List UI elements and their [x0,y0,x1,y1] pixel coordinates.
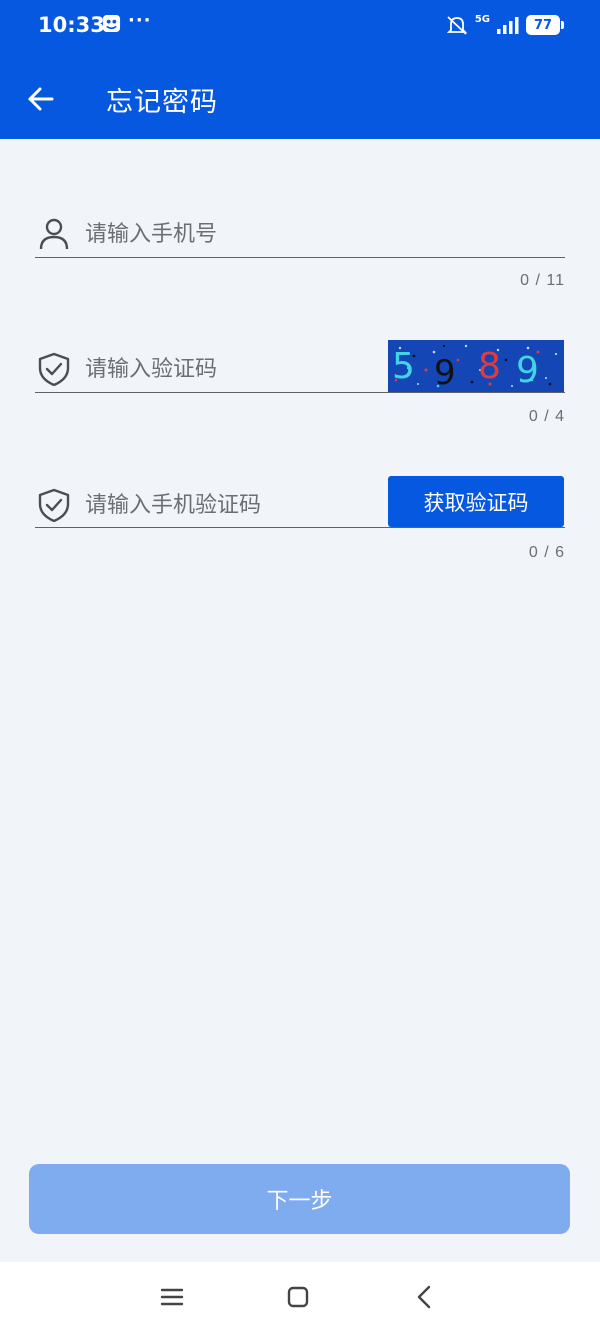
shield-check-icon [38,352,70,386]
back-arrow-icon[interactable] [26,84,56,114]
phone-counter: 0 / 11 [520,272,565,289]
home-icon[interactable] [283,1282,313,1312]
captcha-input[interactable] [85,354,385,384]
more-notifications-icon: ··· [128,10,152,31]
shield-check-icon [38,488,70,522]
app-notification-icon [102,14,121,33]
app-header: 10:33 ··· 5G 77 忘记密码 [0,0,600,139]
captcha-digit: 9 [516,350,539,391]
status-time: 10:33 [38,13,105,37]
captcha-digit: 8 [478,346,501,387]
captcha-image[interactable]: 5 9 8 9 [388,340,564,392]
captcha-digit: 9 [434,353,456,392]
nav-back-icon[interactable] [410,1282,440,1312]
get-sms-code-button[interactable]: 获取验证码 [388,476,564,527]
next-step-button[interactable]: 下一步 [29,1164,570,1234]
user-icon [39,218,69,250]
phone-input[interactable] [85,219,385,249]
network-type: 5G [474,14,490,25]
status-bar: 10:33 ··· 5G 77 [0,0,600,52]
menu-icon[interactable] [157,1282,187,1312]
page-title: 忘记密码 [106,87,218,118]
mute-bell-icon [446,16,468,35]
sms-code-input[interactable] [85,490,385,520]
system-icons: 5G 77 [445,13,564,37]
sms-code-counter: 0 / 6 [528,544,565,561]
captcha-counter: 0 / 4 [528,408,565,425]
captcha-digit: 5 [392,346,415,387]
battery-indicator: 77 [526,15,564,35]
system-nav-bar [0,1262,600,1333]
phone-field [35,210,565,258]
battery-level: 77 [533,17,553,33]
signal-icon [497,17,519,34]
